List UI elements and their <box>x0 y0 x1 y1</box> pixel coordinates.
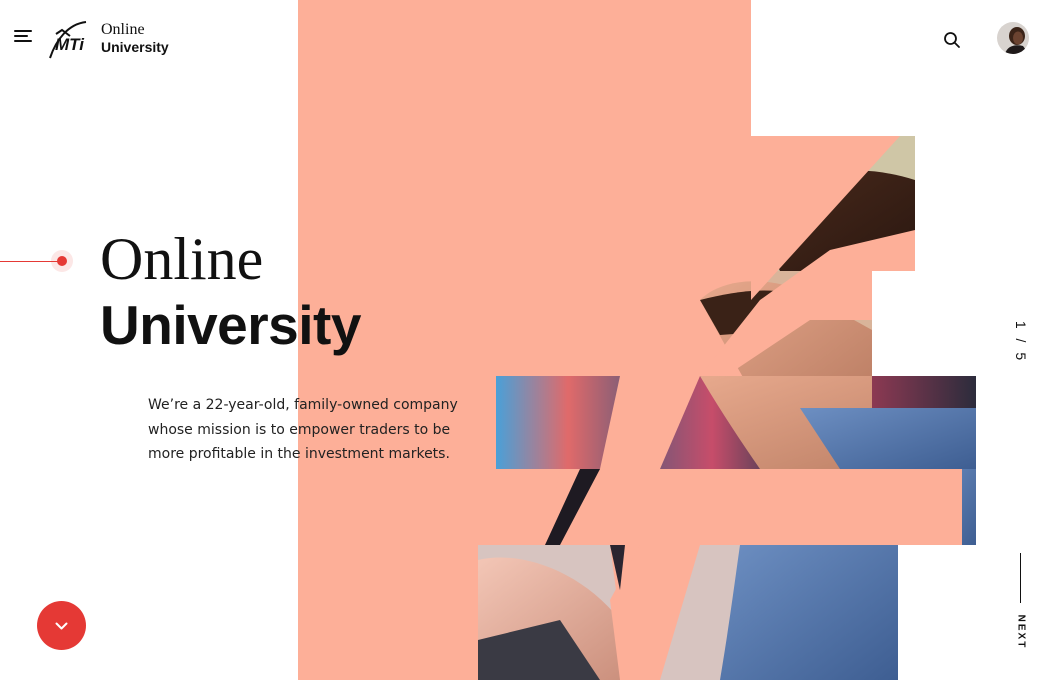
page: MTi Online University Online University … <box>0 0 1050 680</box>
user-avatar[interactable] <box>997 22 1029 54</box>
brand-name: Online University <box>101 21 169 55</box>
search-button[interactable] <box>942 30 962 50</box>
brand-line1: Online <box>101 21 145 38</box>
chevron-down-icon <box>55 622 68 630</box>
brand-line2: University <box>101 39 169 55</box>
next-divider <box>1020 553 1021 603</box>
scroll-down-button[interactable] <box>37 601 86 650</box>
mti-logo[interactable]: MTi <box>46 18 90 60</box>
hero-title-line2: University <box>100 294 361 356</box>
slide-indicator-dot[interactable] <box>57 256 67 266</box>
next-label: NEXT <box>1015 614 1027 650</box>
hero-title: Online University <box>100 226 361 358</box>
slide-counter-text: 1 / 5 <box>1013 320 1029 364</box>
hero-title-line1: Online <box>100 226 264 292</box>
menu-button[interactable] <box>14 28 34 44</box>
menu-icon <box>14 30 32 32</box>
hero-description: We’re a 22-year-old, family-owned compan… <box>148 397 458 462</box>
search-icon <box>944 32 960 48</box>
user-avatar-image <box>997 22 1029 54</box>
slide-counter: 1 / 5 <box>1007 320 1035 364</box>
svg-text:MTi: MTi <box>55 35 85 54</box>
next-slide-button[interactable]: NEXT <box>1008 610 1034 654</box>
slide-indicator-line <box>0 261 58 262</box>
